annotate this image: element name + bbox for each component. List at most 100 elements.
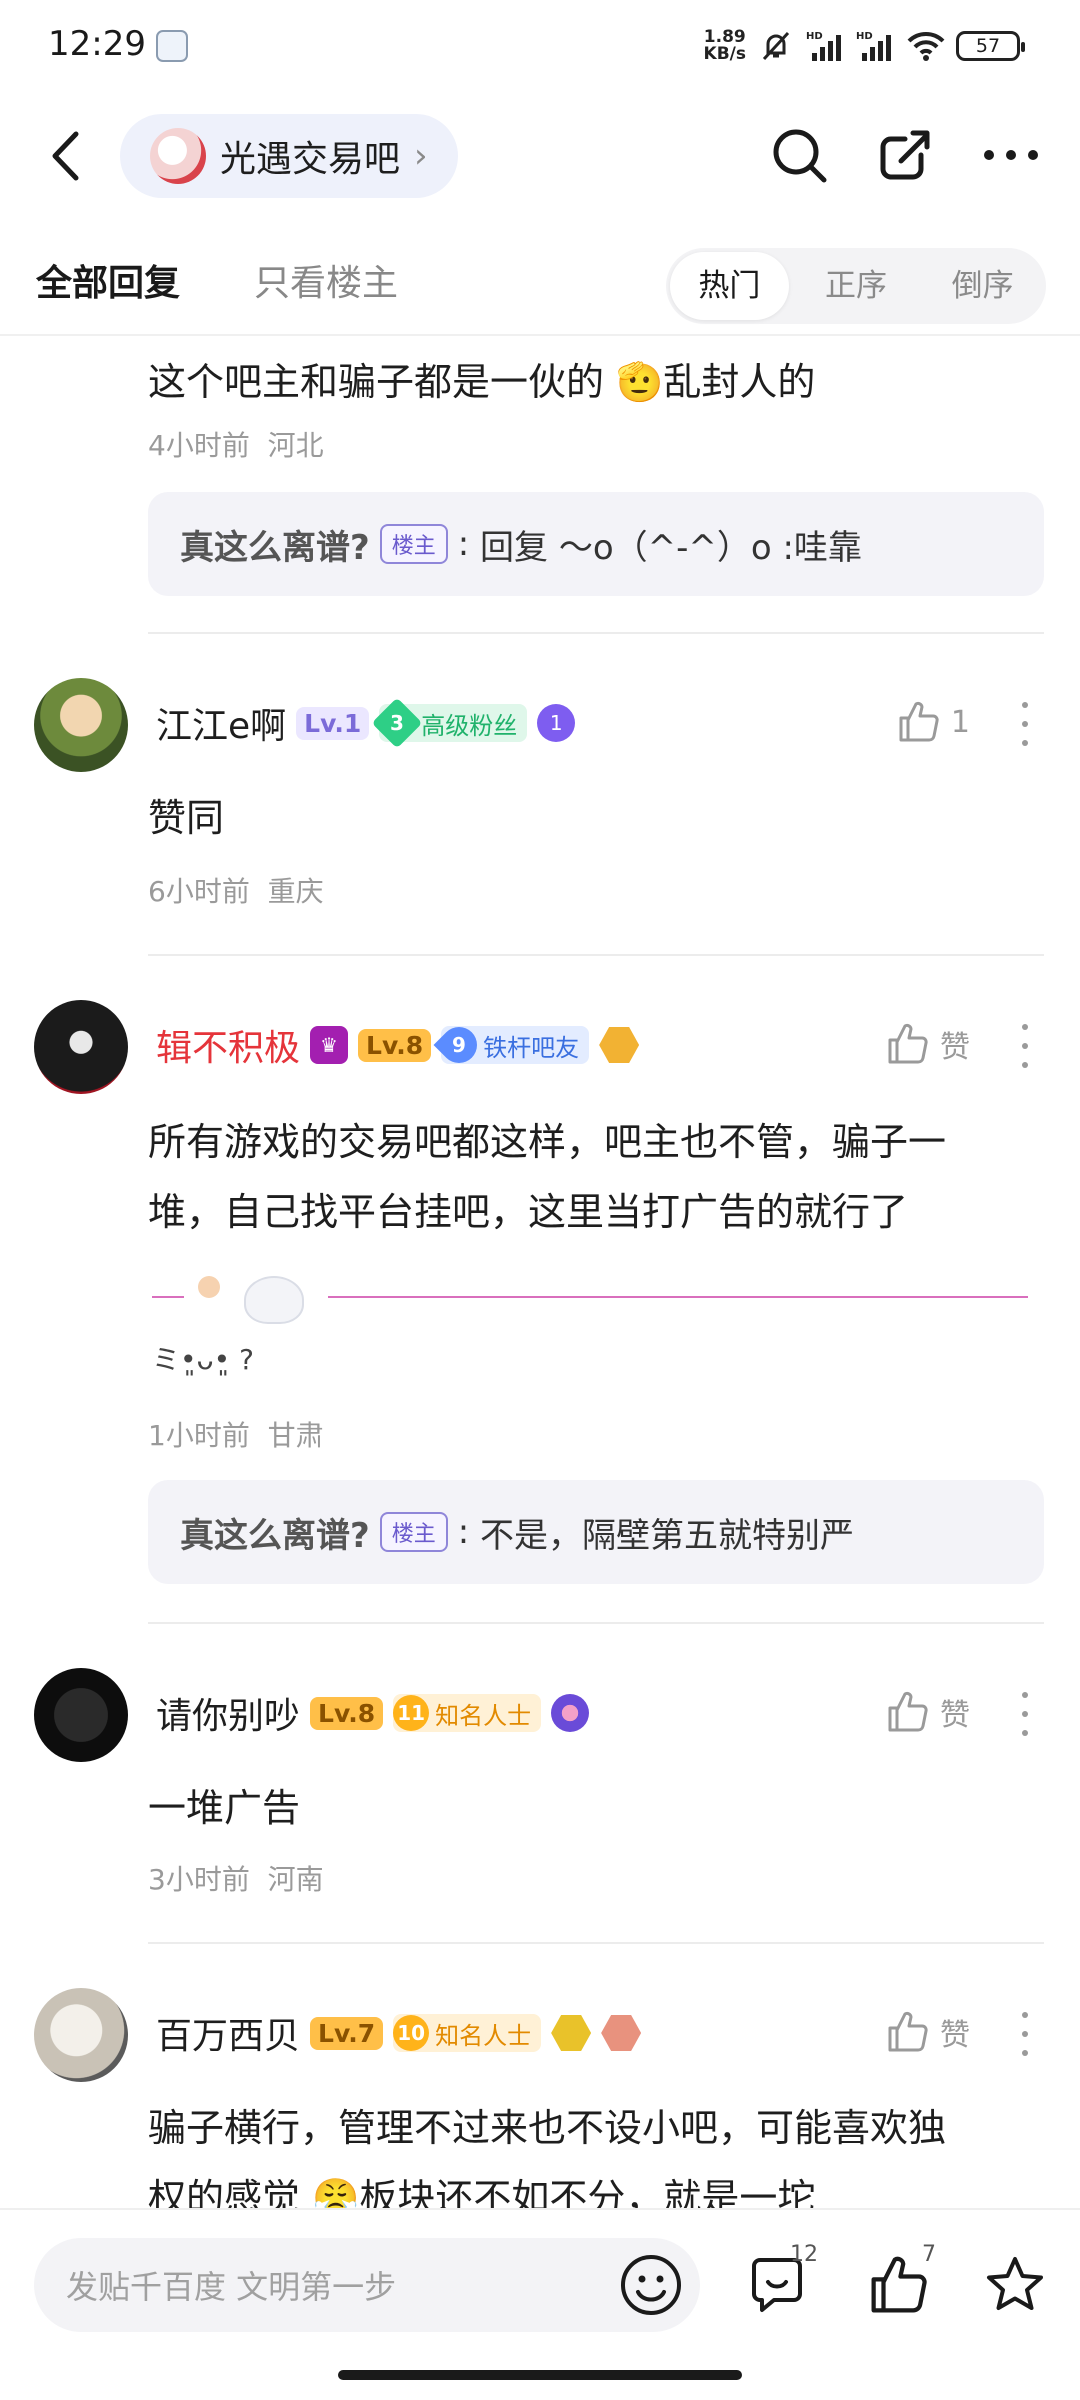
sub-reply-text: 不是，隔壁第五就特别严 — [480, 1515, 855, 1556]
comment-time: 4小时前 — [148, 429, 250, 462]
comment-location: 甘肃 — [267, 1419, 324, 1452]
avatar[interactable] — [34, 1000, 128, 1094]
comment-time: 6小时前 — [148, 875, 250, 908]
avatar[interactable] — [34, 1668, 128, 1762]
sub-reply-colon: : — [457, 524, 481, 564]
fan-number: 9 — [452, 1032, 467, 1057]
level-badge: Lv.8 — [310, 1696, 384, 1730]
like-button[interactable]: 赞 — [886, 2010, 970, 2054]
fan-badge: 3 高级粉丝 — [371, 697, 528, 749]
comment-text-line-2: 权的感觉 😤板块还不如不分，就是一坨 — [148, 2176, 816, 2208]
emoji-icon — [621, 2255, 681, 2315]
search-button[interactable] — [766, 122, 832, 188]
more-horizontal-icon — [984, 150, 1038, 160]
comment-text-line-2: 堆，自己找平台挂吧，这里当打广告的就行了 — [148, 1190, 909, 1234]
svg-text:HD: HD — [856, 31, 873, 42]
comment-text: 这个吧主和骗子都是一伙的 🫡乱封人的 — [148, 360, 816, 404]
comment-meta: 1小时前 甘肃 — [148, 1414, 324, 1454]
fan-number: 11 — [397, 1701, 426, 1725]
emoji-button[interactable] — [618, 2252, 684, 2318]
comment-meta: 3小时前 河南 — [148, 1858, 324, 1898]
net-speed-unit: KB/s — [703, 44, 746, 64]
sort-hot[interactable]: 热门 — [670, 252, 789, 320]
like-button[interactable]: 赞 — [886, 1690, 970, 1734]
username[interactable]: 百万西贝 — [156, 2007, 300, 2059]
fan-gem-icon: 11 — [393, 1695, 430, 1731]
sub-reply-author[interactable]: 真这么离谱? — [180, 520, 370, 569]
forum-link[interactable]: 光遇交易吧 › — [120, 114, 458, 198]
sub-reply[interactable]: 真这么离谱? 楼主 : 不是，隔壁第五就特别严 — [148, 1480, 1044, 1584]
comment-text: 赞同 — [148, 796, 225, 840]
comment-location: 河北 — [267, 429, 324, 462]
avatar[interactable] — [34, 1988, 128, 2082]
mute-bell-icon — [756, 28, 796, 64]
sub-reply[interactable]: 真这么离谱? 楼主 : 回复 ～o（^-^）o :哇靠 — [148, 492, 1044, 596]
divider — [148, 632, 1044, 634]
owner-tag: 楼主 — [379, 1512, 448, 1552]
comment-location: 河南 — [267, 1863, 324, 1896]
level-badge: Lv.1 — [296, 706, 370, 740]
wifi-icon — [906, 28, 946, 64]
thumbs-up-icon — [888, 1691, 928, 1732]
svg-text:HD: HD — [806, 31, 823, 42]
status-icons: 1.89 KB/s HD HD 57 — [703, 24, 1025, 68]
fan-badge: 9 铁杆吧友 — [433, 1019, 590, 1071]
sticker-icon — [198, 1276, 220, 1298]
level-badge: Lv.8 — [358, 1028, 432, 1062]
user-info: 请你别吵 Lv.8 11 知名人士 — [156, 1687, 590, 1739]
bottom-action-bar: 发贴千百度 文明第一步 12 7 — [0, 2208, 1080, 2400]
home-indicator[interactable] — [338, 2370, 742, 2380]
fan-title: 铁杆吧友 — [483, 1033, 580, 1062]
username[interactable]: 请你别吵 — [156, 1687, 300, 1739]
like-button[interactable]: 1 — [897, 700, 970, 744]
forum-avatar — [150, 128, 206, 184]
like-label: 赞 — [940, 1030, 970, 1065]
avatar[interactable] — [34, 678, 128, 772]
comment-more-button[interactable] — [1020, 1024, 1030, 1068]
username[interactable]: 辑不积极 — [156, 1019, 300, 1071]
tab-owner-only[interactable]: 只看楼主 — [254, 254, 398, 306]
crown-icon: ♛ — [310, 1026, 349, 1064]
comment-text: 一堆广告 — [148, 1786, 301, 1830]
user-info: 百万西贝 Lv.7 10 知名人士 — [156, 2007, 642, 2059]
ghost-sticker-icon — [244, 1276, 304, 1324]
sort-ascending[interactable]: 正序 — [797, 252, 916, 320]
comment-text-line-1: 骗子横行，管理不过来也不设小吧，可能喜欢独 — [148, 2106, 947, 2150]
back-button[interactable] — [40, 128, 90, 184]
tab-all-replies[interactable]: 全部回复 — [36, 254, 180, 306]
comment-input[interactable]: 发贴千百度 文明第一步 — [34, 2238, 700, 2332]
fan-title: 知名人士 — [435, 1701, 532, 1730]
fan-number: 3 — [390, 710, 405, 735]
fan-gem-icon: 9 — [433, 1019, 485, 1071]
username[interactable]: 江江e啊 — [156, 697, 286, 749]
more-options-button[interactable] — [978, 122, 1044, 188]
comment-meta: 6小时前 重庆 — [148, 870, 324, 910]
notification-app-icon — [156, 30, 188, 62]
comment-more-button[interactable] — [1020, 2012, 1030, 2056]
post-like-count: 7 — [922, 2242, 936, 2267]
share-icon — [880, 130, 930, 180]
fan-title: 知名人士 — [435, 2021, 532, 2050]
reply-tabs: 全部回复 只看楼主 热门 正序 倒序 — [0, 240, 1080, 336]
fan-number: 10 — [397, 2021, 426, 2045]
status-bar: 12:29 1.89 KB/s HD HD 57 — [0, 0, 1080, 96]
user-info: 江江e啊 Lv.1 3 高级粉丝 1 — [156, 697, 576, 749]
comment-more-button[interactable] — [1020, 1692, 1030, 1736]
comment-more-button[interactable] — [1020, 702, 1030, 746]
owner-tag: 楼主 — [379, 524, 448, 564]
sort-descending[interactable]: 倒序 — [923, 252, 1042, 320]
comment-location: 重庆 — [267, 875, 324, 908]
thumbs-up-icon — [888, 1023, 928, 1064]
fan-title: 高级粉丝 — [421, 711, 518, 740]
like-button[interactable]: 赞 — [886, 1022, 970, 1066]
like-count: 1 — [950, 704, 970, 740]
favorite-button[interactable] — [980, 2250, 1050, 2320]
thumbs-up-icon — [871, 2256, 927, 2313]
medal-icon — [551, 1694, 590, 1732]
share-button[interactable] — [872, 122, 938, 188]
sub-reply-author[interactable]: 真这么离谱? — [180, 1508, 370, 1557]
hexagon-medal-icon — [551, 2015, 592, 2051]
signature-text: ミ•͈ᴗ•͈ ? — [152, 1343, 254, 1376]
thumbs-up-icon — [899, 701, 939, 742]
signal-hd-2-icon: HD — [856, 28, 896, 64]
